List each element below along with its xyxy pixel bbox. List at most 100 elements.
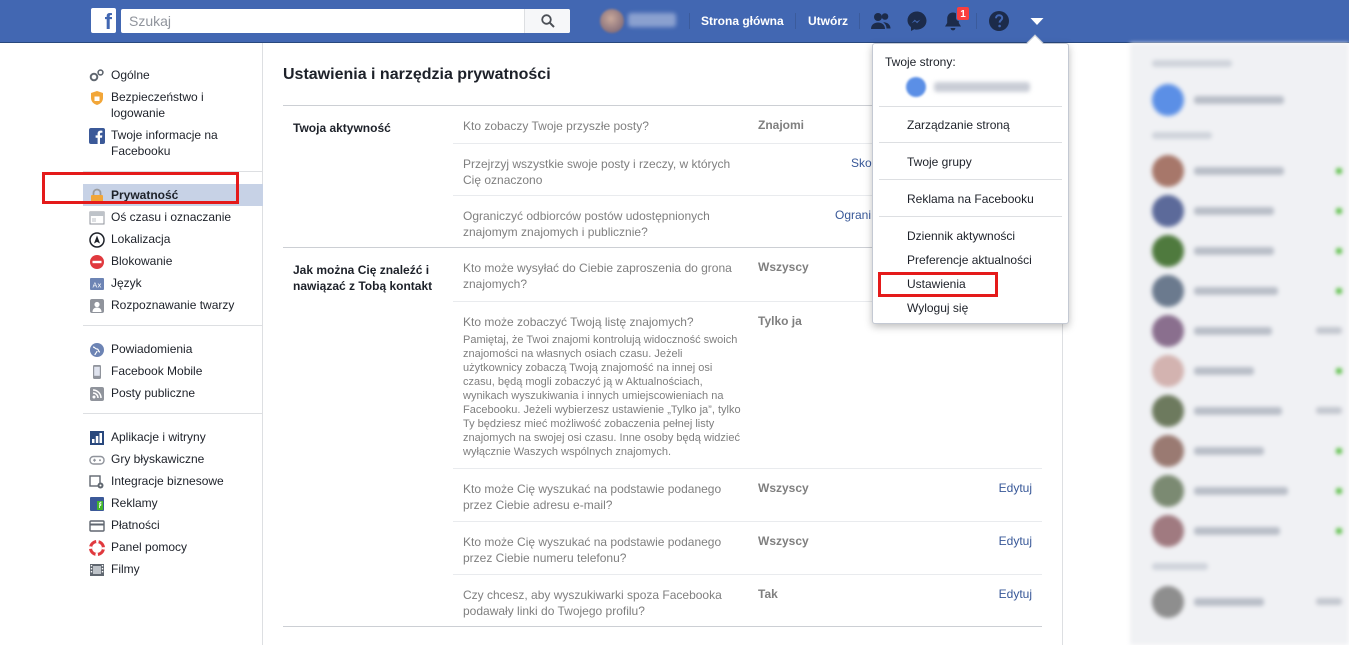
setting-question: Kto może zobaczyć Twoją listę znajomych? <box>463 315 694 329</box>
chat-contact[interactable] <box>1152 435 1342 467</box>
search-input[interactable] <box>121 9 523 33</box>
avatar <box>906 77 926 97</box>
caret-down-icon[interactable] <box>1026 10 1048 32</box>
timeline-icon <box>89 211 105 225</box>
menu-divider <box>879 106 1062 107</box>
search-button[interactable] <box>524 9 570 33</box>
settings-row[interactable]: Kto może zobaczyć Twoją listę znajomych?… <box>453 301 1042 468</box>
edit-link[interactable]: Edytuj <box>999 534 1032 548</box>
notification-badge[interactable]: 1 <box>956 6 970 21</box>
menu-divider <box>879 142 1062 143</box>
menu-item-log-out[interactable]: Wyloguj się <box>907 301 968 315</box>
setting-question: Przejrzyj wszystkie swoje posty i rzeczy… <box>463 157 731 187</box>
sidebar-item-timeline[interactable]: Oś czasu i oznaczanie <box>83 206 263 228</box>
setting-value: Tak <box>758 587 778 601</box>
lifebuoy-icon <box>89 540 105 556</box>
edit-link[interactable]: Edytuj <box>999 481 1032 495</box>
sidebar-item-notifications[interactable]: Powiadomienia <box>83 338 263 360</box>
chat-contact[interactable] <box>1152 515 1342 547</box>
card-icon <box>89 520 105 532</box>
contact-name-blurred <box>1194 447 1264 455</box>
menu-item-your-groups[interactable]: Twoje grupy <box>907 155 972 169</box>
menu-item-manage-page[interactable]: Zarządzanie stroną <box>907 118 1010 132</box>
activity-log-link[interactable]: Sko <box>851 156 872 170</box>
sidebar-item-ads[interactable]: Reklamy <box>83 492 263 514</box>
sidebar-item-label: Posty publiczne <box>111 386 196 400</box>
sidebar-group-account: Ogólne Bezpieczeństwo i logowanie Twoje … <box>83 60 263 172</box>
block-icon <box>90 255 104 269</box>
page-shortcut-blurred[interactable] <box>906 77 1036 97</box>
chat-contact[interactable] <box>1152 84 1342 116</box>
help-icon[interactable] <box>988 10 1010 32</box>
avatar <box>1152 315 1184 347</box>
sidebar-item-general[interactable]: Ogólne <box>83 64 263 86</box>
search-icon <box>541 14 555 28</box>
search-box <box>121 9 570 33</box>
sidebar-item-label: Facebook Mobile <box>111 364 203 378</box>
contact-name-blurred <box>1194 598 1264 606</box>
menu-item-activity-log[interactable]: Dziennik aktywności <box>907 229 1015 243</box>
sidebar-item-face-recognition[interactable]: Rozpoznawanie twarzy <box>83 294 263 316</box>
sidebar-item-location[interactable]: Lokalizacja <box>83 228 263 250</box>
online-dot <box>1336 248 1342 254</box>
create-link[interactable]: Utwórz <box>808 14 848 28</box>
sidebar-item-your-info[interactable]: Twoje informacje na Facebooku <box>83 124 263 162</box>
sidebar-item-videos[interactable]: Filmy <box>83 558 263 580</box>
section-divider <box>283 626 1042 627</box>
menu-divider <box>879 179 1062 180</box>
messenger-icon[interactable] <box>906 10 928 32</box>
ads-icon <box>90 497 104 511</box>
chat-contact[interactable] <box>1152 235 1342 267</box>
friends-icon[interactable] <box>870 10 892 32</box>
facebook-logo[interactable]: f <box>91 8 116 33</box>
lock-icon <box>91 188 103 203</box>
sidebar-item-blocking[interactable]: Blokowanie <box>83 250 263 272</box>
sidebar-group-apps: Aplikacje i witryny Gry błyskawiczne Int… <box>83 422 263 580</box>
sidebar-item-business-integrations[interactable]: Integracje biznesowe <box>83 470 263 492</box>
sidebar-item-label: Ogólne <box>111 68 150 82</box>
chat-contact[interactable] <box>1152 475 1342 507</box>
contact-name-blurred <box>1194 407 1282 415</box>
chat-contact[interactable] <box>1152 355 1342 387</box>
avatar <box>1152 475 1184 507</box>
setting-value: Wszyscy <box>758 481 809 495</box>
sidebar-item-language[interactable]: Ax Język <box>83 272 263 294</box>
rss-icon <box>90 387 104 401</box>
chat-contact[interactable] <box>1152 155 1342 187</box>
section-title: Jak można Cię znaleźć i nawiązać z Tobą … <box>293 263 433 293</box>
sidebar-item-label: Lokalizacja <box>111 232 171 246</box>
avatar <box>1152 84 1184 116</box>
shield-icon <box>91 91 103 105</box>
chat-contact[interactable] <box>1152 586 1342 618</box>
chat-contact[interactable] <box>1152 395 1342 427</box>
settings-row[interactable]: Kto może Cię wyszukać na podstawie podan… <box>453 468 1042 521</box>
sidebar-item-payments[interactable]: Płatności <box>83 514 263 536</box>
globe-icon <box>90 343 104 357</box>
sidebar-item-public-posts[interactable]: Posty publiczne <box>83 382 263 404</box>
settings-row[interactable]: Kto może Cię wyszukać na podstawie podan… <box>453 521 1042 574</box>
home-link[interactable]: Strona główna <box>701 14 784 28</box>
sidebar-item-security[interactable]: Bezpieczeństwo i logowanie <box>83 86 263 124</box>
sidebar-item-privacy[interactable]: Prywatność <box>83 184 263 206</box>
chat-contact[interactable] <box>1152 315 1342 347</box>
menu-item-advertise[interactable]: Reklama na Facebooku <box>907 192 1034 206</box>
limit-past-posts-link[interactable]: Ograni <box>835 208 871 222</box>
sidebar-item-support-inbox[interactable]: Panel pomocy <box>83 536 263 558</box>
menu-item-news-feed-preferences[interactable]: Preferencje aktualności <box>907 253 1032 267</box>
chat-contact[interactable] <box>1152 195 1342 227</box>
sidebar-item-apps[interactable]: Aplikacje i witryny <box>83 426 263 448</box>
setting-value: Wszyscy <box>758 260 809 274</box>
sidebar-item-label: Blokowanie <box>111 254 173 268</box>
edit-link[interactable]: Edytuj <box>999 587 1032 601</box>
gamepad-icon <box>89 455 105 465</box>
sidebar-item-instant-games[interactable]: Gry błyskawiczne <box>83 448 263 470</box>
account-dropdown-menu: Twoje strony: Zarządzanie stroną Twoje g… <box>872 34 1069 324</box>
chat-contact[interactable] <box>1152 275 1342 307</box>
menu-item-settings[interactable]: Ustawienia <box>907 277 966 291</box>
contact-name-blurred <box>1194 527 1280 535</box>
chat-header-blurred <box>1152 60 1232 67</box>
settings-row[interactable]: Czy chcesz, aby wyszukiwarki spoza Faceb… <box>453 574 1042 627</box>
sidebar-item-mobile[interactable]: Facebook Mobile <box>83 360 263 382</box>
mobile-icon <box>93 365 101 379</box>
contact-name-blurred <box>1194 247 1274 255</box>
